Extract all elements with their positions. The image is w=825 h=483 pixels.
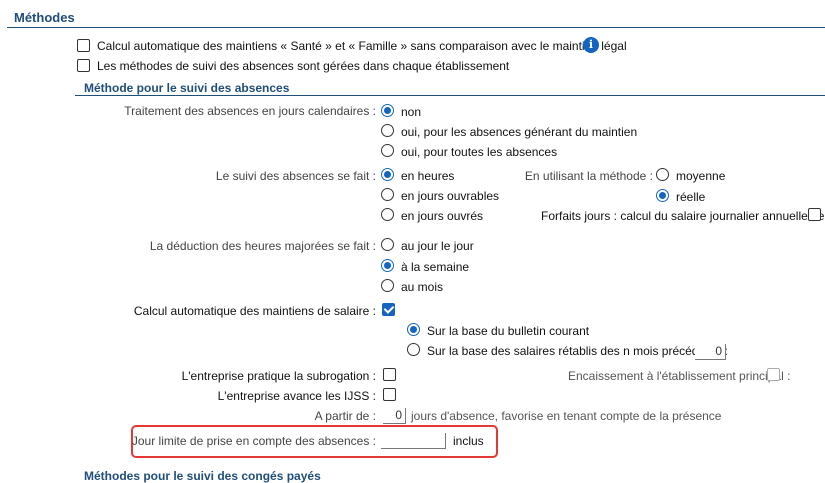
deduction-label: La déduction des heures majorées se fait… — [149, 239, 376, 253]
encaissement-label: Encaissement à l'établissement principal… — [568, 369, 791, 383]
subrogation-label: L'entreprise pratique la subrogation : — [181, 369, 376, 383]
subrogation-checkbox[interactable] — [383, 368, 396, 381]
auto-salary-option-label: Sur la base des salaires rétablis des n … — [427, 344, 728, 358]
auto-maintiens-checkbox[interactable] — [77, 39, 90, 52]
methods-per-establishment-checkbox[interactable] — [77, 59, 90, 72]
tracking-option-label: en heures — [401, 169, 455, 183]
encaissement-checkbox[interactable] — [767, 368, 780, 381]
jour-limite-label: Jour limite de prise en compte des absen… — [131, 434, 376, 448]
tracking-option-label: en jours ouvrés — [401, 209, 484, 223]
auto-salary-label: Calcul automatique des maintiens de sala… — [133, 304, 376, 318]
a-partir-suffix: jours d'absence, favorise en tenant comp… — [411, 409, 722, 423]
auto-salary-radio-courant[interactable] — [407, 323, 420, 336]
subsection-title: Méthode pour le suivi des absences — [84, 81, 290, 95]
calendar-days-option-label: oui, pour les absences générant du maint… — [401, 125, 638, 139]
ijss-checkbox[interactable] — [383, 388, 396, 401]
tracking-radio-ouvres[interactable] — [381, 208, 394, 221]
calendar-days-radio-non[interactable] — [381, 104, 394, 117]
a-partir-label: A partir de : — [314, 409, 376, 423]
auto-salary-option-label: Sur la base du bulletin courant — [427, 324, 590, 338]
tracking-radio-heures[interactable] — [381, 168, 394, 181]
info-icon[interactable]: i — [583, 37, 599, 53]
auto-salary-checkbox[interactable] — [382, 303, 395, 316]
deduction-radio-semaine[interactable] — [381, 259, 394, 272]
calendar-days-option-label: non — [401, 105, 422, 119]
section-divider — [7, 27, 825, 28]
method-option-label: réelle — [676, 190, 706, 204]
calendar-days-radio-maintien[interactable] — [381, 124, 394, 137]
tracking-radio-ouvrables[interactable] — [381, 188, 394, 201]
calendar-days-radio-all[interactable] — [381, 144, 394, 157]
calendar-days-label: Traitement des absences en jours calenda… — [124, 104, 376, 118]
tracking-option-label: en jours ouvrables — [401, 189, 500, 203]
subsection-divider — [75, 95, 825, 96]
forfaits-checkbox[interactable] — [808, 208, 821, 221]
jour-limite-suffix: inclus — [453, 434, 484, 448]
auto-maintiens-label: Calcul automatique des maintiens « Santé… — [97, 39, 627, 53]
ijss-label: L'entreprise avance les IJSS : — [217, 389, 376, 403]
methods-per-establishment-label: Les méthodes de suivi des absences sont … — [97, 59, 510, 73]
deduction-radio-jour[interactable] — [381, 238, 394, 251]
forfaits-label: Forfaits jours : calcul du salaire journ… — [541, 209, 825, 223]
method-option-label: moyenne — [676, 169, 726, 183]
tracking-label: Le suivi des absences se fait : — [215, 169, 376, 183]
method-radio-moyenne[interactable] — [656, 168, 669, 181]
deduction-option-label: au mois — [401, 280, 444, 294]
a-partir-input[interactable] — [383, 408, 406, 424]
auto-salary-radio-n-mois[interactable] — [407, 343, 420, 356]
n-months-input[interactable] — [695, 344, 726, 360]
calendar-days-option-label: oui, pour toutes les absences — [401, 145, 558, 159]
method-radio-reelle[interactable] — [656, 189, 669, 202]
jour-limite-input[interactable] — [381, 433, 446, 449]
method-label: En utilisant la méthode : — [524, 169, 653, 183]
next-subsection-title: Méthodes pour le suivi des congés payés — [84, 469, 321, 483]
deduction-option-label: au jour le jour — [401, 239, 474, 253]
section-title: Méthodes — [14, 10, 75, 25]
deduction-radio-mois[interactable] — [381, 279, 394, 292]
deduction-option-label: à la semaine — [401, 260, 470, 274]
